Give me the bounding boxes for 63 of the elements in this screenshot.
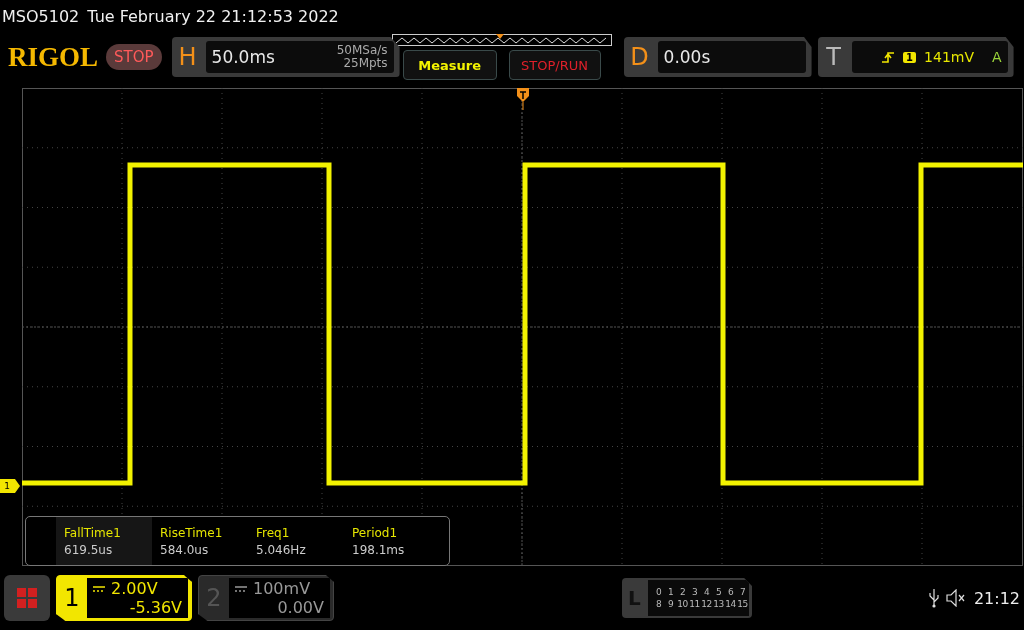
horizontal-panel[interactable]: H 50.0ms 50MSa/s 25Mpts [171, 37, 400, 77]
trigger-label: T [825, 43, 842, 71]
trigger-mode: A [992, 49, 1002, 65]
channel-offset: -5.36V [129, 598, 182, 617]
measurement-name: Freq1 [256, 525, 291, 540]
sample-rate: 50MSa/s [336, 44, 388, 57]
measurement-value: 619.5us [64, 542, 114, 557]
grid-icon [16, 587, 38, 609]
measurement-item[interactable]: Freq1 5.046Hz [248, 517, 344, 565]
header-button[interactable]: Measure [402, 50, 497, 80]
horizontal-label: H [177, 43, 198, 71]
measurement-item[interactable]: Period1 198.1ms [344, 517, 440, 565]
logic-channel-number: 8 [654, 599, 663, 609]
logic-channel-number: 6 [726, 587, 735, 597]
logic-channel-number: 5 [714, 587, 723, 597]
logic-channel-number: 13 [713, 599, 724, 609]
trigger-source: 1 [903, 51, 917, 63]
trigger-panel[interactable]: T 1 141mV A [817, 37, 1014, 77]
logic-channel-number: 2 [678, 587, 687, 597]
channel-scale: 100mV [253, 579, 311, 598]
channel-offset: 0.00V [277, 598, 324, 617]
logic-channel-number: 12 [701, 599, 712, 609]
logic-channel-number: 0 [654, 587, 663, 597]
clock: 21:12 [973, 588, 1020, 608]
dc-coupling-icon [93, 585, 105, 592]
measurement-name: Period1 [352, 525, 399, 540]
logic-channel-number: 10 [677, 599, 688, 609]
measurement-item[interactable]: FallTime1 619.5us [56, 517, 152, 565]
logic-channel-number: 3 [690, 587, 699, 597]
measurement-name: FallTime1 [64, 525, 122, 540]
measurement-value: 198.1ms [352, 542, 406, 557]
delay-value: 0.00s [663, 47, 712, 67]
trigger-level: 141mV [924, 49, 974, 65]
logic-channel-number: 11 [689, 599, 700, 609]
delay-label: D [629, 43, 650, 71]
logic-channel-number: 4 [702, 587, 711, 597]
rising-edge-icon [881, 50, 896, 64]
trigger-position-icon[interactable] [517, 88, 529, 110]
channel-number: 1 [63, 584, 81, 612]
muted-speaker-icon[interactable] [945, 589, 966, 607]
delay-panel[interactable]: D 0.00s [623, 37, 812, 77]
channel-marker[interactable]: 1 [0, 479, 20, 493]
model-name: MSO5102 [2, 6, 80, 26]
date-time: Tue February 22 21:12:53 2022 [87, 6, 339, 26]
logic-channel-number: 14 [725, 599, 736, 609]
measurement-value: 5.046Hz [256, 542, 307, 557]
run-state-badge: STOP [106, 44, 162, 70]
logic-channel-number: 15 [737, 599, 748, 609]
measurement-name: RiseTime1 [160, 525, 224, 540]
usb-icon [927, 588, 940, 608]
logic-channel-number: 9 [666, 599, 675, 609]
memory-depth: 25Mpts [343, 57, 388, 70]
dc-coupling-icon [235, 585, 247, 592]
logo: RIGOL [8, 41, 99, 73]
measurement-item[interactable]: RiseTime1 584.0us [152, 517, 248, 565]
channel-scale: 2.00V [111, 579, 158, 598]
header-button[interactable]: STOP/RUN [508, 50, 601, 80]
measurement-value: 584.0us [160, 542, 210, 557]
logic-channel-number: 1 [666, 587, 675, 597]
menu-button[interactable] [4, 575, 50, 621]
channel-tab[interactable]: 1 2.00V -5.36V [56, 575, 192, 621]
timebase-value: 50.0ms [211, 47, 276, 67]
logic-channel-number: 7 [738, 587, 747, 597]
